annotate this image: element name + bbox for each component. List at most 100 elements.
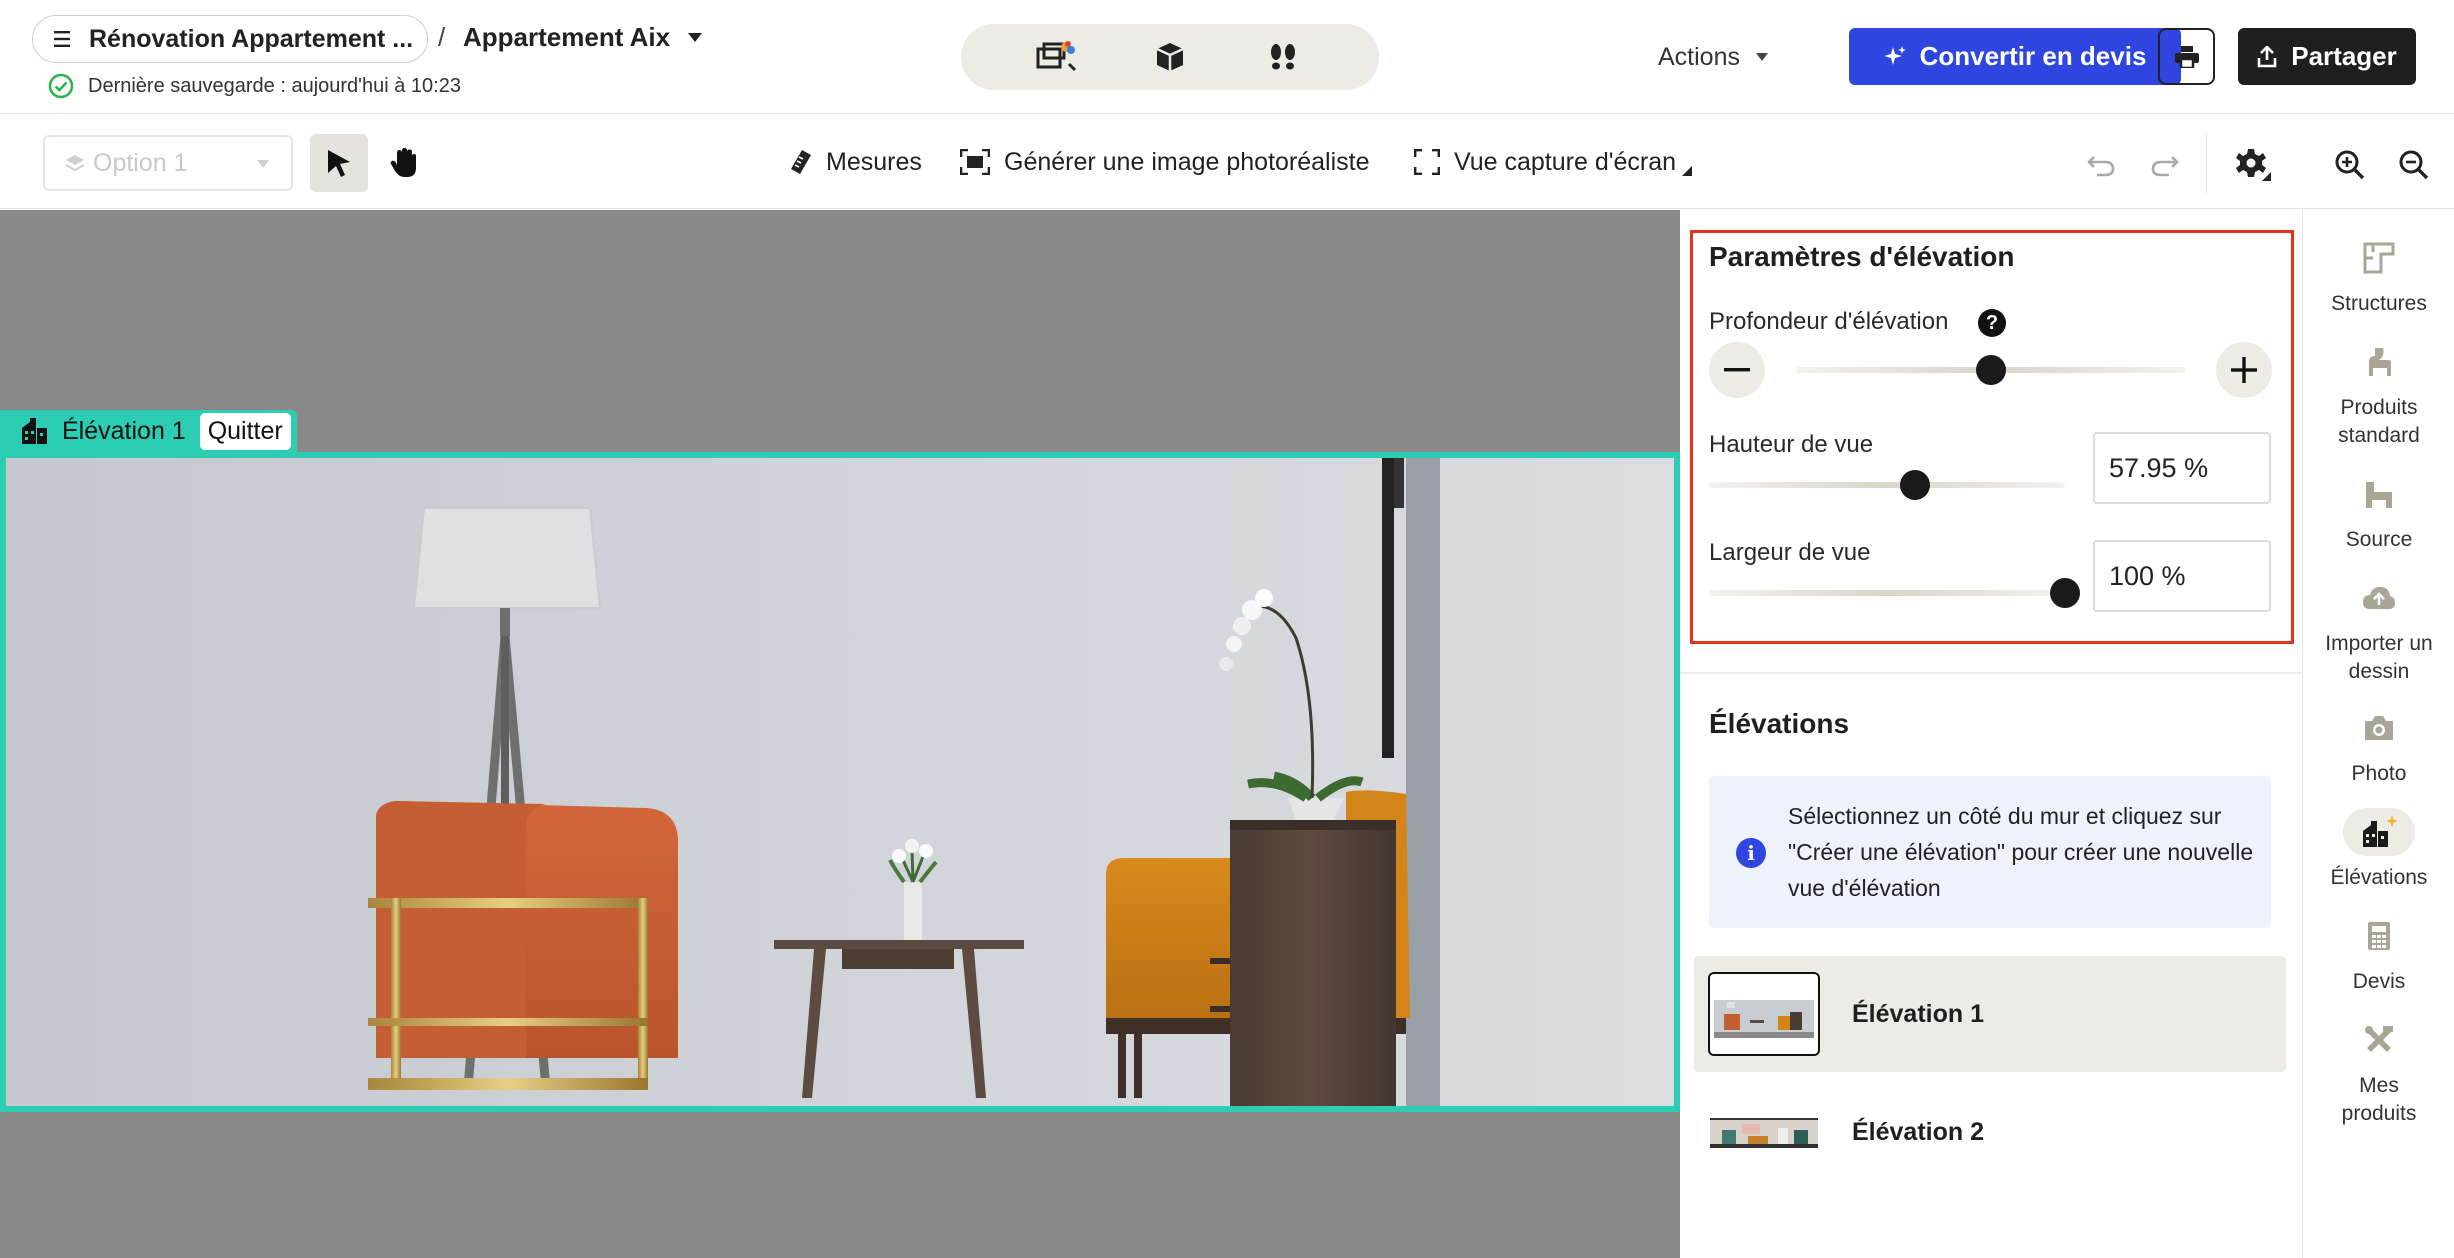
elevations-section-title: Élévations <box>1709 708 1850 739</box>
quit-elevation-button[interactable]: Quitter <box>199 412 291 450</box>
convert-to-quote-button[interactable]: Convertir en devis <box>1849 28 2181 85</box>
rail-label: Structures <box>2331 292 2427 315</box>
rail-item-quote[interactable]: Devis <box>2303 912 2454 996</box>
redo-button[interactable] <box>2145 145 2185 185</box>
undo-button[interactable] <box>2081 145 2121 185</box>
room-name: Appartement Aix <box>463 22 671 52</box>
corner-triangle-icon <box>1682 166 1693 176</box>
zoom-in-button[interactable] <box>2328 143 2372 187</box>
breadcrumb-separator: / <box>438 22 446 52</box>
upload-cloud-icon <box>2343 574 2415 622</box>
share-button[interactable]: Partager <box>2238 28 2416 85</box>
rail-item-source[interactable]: Source <box>2303 470 2454 554</box>
elevation-list-item[interactable]: Élévation 1 <box>1694 956 2286 1072</box>
rail-item-photo[interactable]: Photo <box>2303 704 2454 788</box>
right-rail: Structures Produits standard Source Impo… <box>2302 210 2454 1258</box>
panel-divider <box>1680 672 2302 674</box>
elevation-2-thumbnail-image <box>1708 1090 1820 1174</box>
3d-view-button[interactable] <box>1140 31 1200 83</box>
rail-item-structures[interactable]: Structures <box>2303 234 2454 318</box>
elevation-1-thumbnail-image <box>1710 974 1818 1054</box>
view-width-slider-thumb[interactable] <box>2050 578 2080 608</box>
rail-item-products[interactable]: Produits standard <box>2303 338 2454 450</box>
structures-icon <box>2343 234 2415 282</box>
rail-item-import[interactable]: Importer un dessin <box>2303 574 2454 686</box>
my-products-icon <box>2343 1016 2415 1064</box>
toolbar: Option 1 Mesures Générer une image photo… <box>0 115 2454 209</box>
depth-label: Profondeur d'élévation <box>1709 308 1949 335</box>
plus-icon <box>2231 357 2257 383</box>
redo-icon <box>2151 156 2179 177</box>
help-icon[interactable]: ? <box>1978 309 2006 337</box>
chevron-down-icon <box>257 160 269 168</box>
actions-dropdown[interactable]: Actions <box>1658 34 1768 80</box>
view-height-slider-track[interactable] <box>1709 482 2065 488</box>
screenshot-view-label: Vue capture d'écran <box>1454 147 1677 176</box>
zoom-out-button[interactable] <box>2392 143 2436 187</box>
zoom-in-icon <box>2335 150 2365 180</box>
rail-label: Importer un dessin <box>2325 632 2433 683</box>
elevations-info-box: i Sélectionnez un côté du mur et cliquez… <box>1709 776 2271 928</box>
plan-2d-3d-button[interactable] <box>1027 31 1087 83</box>
project-menu-button[interactable]: Rénovation Appartement ... <box>32 15 428 63</box>
camera-icon <box>2343 704 2415 752</box>
info-icon: i <box>1736 838 1766 868</box>
elevation-thumbnail <box>1708 1090 1820 1174</box>
chevron-down-icon <box>688 33 703 42</box>
undo-icon <box>2087 156 2115 177</box>
depth-increase-button[interactable] <box>2216 342 2272 398</box>
elevations-info-text: Sélectionnez un côté du mur et cliquez s… <box>1788 803 2254 901</box>
save-status: Dernière sauvegarde : aujourd'hui à 10:2… <box>48 73 461 99</box>
elevation-list-item[interactable]: Élévation 2 <box>1694 1074 2286 1190</box>
elevation-canvas[interactable]: Élévation 1 Quitter <box>0 210 1680 1258</box>
convert-label: Convertir en devis <box>1919 41 2147 71</box>
layers-icon <box>65 155 85 172</box>
elevation-scene-illustration <box>6 458 1674 1106</box>
properties-panel: Paramètres d'élévation Profondeur d'élév… <box>1680 210 2302 1258</box>
rail-label: Mes produits <box>2341 1074 2417 1125</box>
measures-button[interactable]: Mesures <box>790 143 922 181</box>
rail-item-my-products[interactable]: Mes produits <box>2303 1016 2454 1128</box>
rail-label: Élévations <box>2330 866 2428 889</box>
option-select[interactable]: Option 1 <box>43 135 293 191</box>
depth-decrease-button[interactable] <box>1709 342 1765 398</box>
select-tool-button[interactable] <box>310 134 368 192</box>
rail-label: Devis <box>2352 970 2406 993</box>
view-width-slider-track[interactable] <box>1709 590 2065 596</box>
hamburger-menu-icon <box>54 31 70 47</box>
print-button[interactable] <box>2158 28 2215 85</box>
3d-box-icon <box>1156 43 1184 71</box>
chevron-down-icon <box>1755 53 1768 61</box>
view-width-label: Largeur de vue <box>1709 539 1871 566</box>
depth-slider-thumb[interactable] <box>1976 355 2006 385</box>
zoom-out-icon <box>2399 150 2429 180</box>
pan-tool-button[interactable] <box>375 134 433 192</box>
building-icon <box>22 418 47 444</box>
plan-2d-3d-icon <box>1036 41 1077 72</box>
room-selector[interactable]: Appartement Aix <box>463 22 703 53</box>
minus-icon <box>1724 368 1750 372</box>
save-status-text: Dernière sauvegarde : aujourd'hui à 10:2… <box>88 74 461 97</box>
screenshot-frame-icon <box>1414 149 1440 175</box>
view-width-input[interactable]: 100 % <box>2093 540 2271 612</box>
walkthrough-button[interactable] <box>1253 31 1313 83</box>
settings-button[interactable] <box>2232 143 2276 187</box>
elevations-icon <box>2343 808 2415 856</box>
check-circle-icon <box>48 73 74 99</box>
elevation-tag-name: Élévation 1 <box>62 416 186 445</box>
photorealistic-button[interactable]: Générer une image photoréaliste <box>960 143 1370 181</box>
screenshot-view-button[interactable]: Vue capture d'écran <box>1414 143 1706 181</box>
project-name: Rénovation Appartement ... <box>89 24 414 53</box>
view-height-input[interactable]: 57.95 % <box>2093 432 2271 504</box>
elevation-render <box>0 452 1680 1112</box>
share-upload-icon <box>2257 45 2277 67</box>
option-label: Option 1 <box>93 148 188 177</box>
rail-label: Source <box>2345 528 2413 551</box>
ruler-icon <box>791 150 811 174</box>
products-icon <box>2343 338 2415 386</box>
calculator-icon <box>2343 912 2415 960</box>
toolbar-divider <box>2206 133 2207 193</box>
rail-item-elevations[interactable]: Élévations <box>2303 808 2454 892</box>
gear-icon <box>2236 149 2271 181</box>
measures-label: Mesures <box>826 147 922 176</box>
